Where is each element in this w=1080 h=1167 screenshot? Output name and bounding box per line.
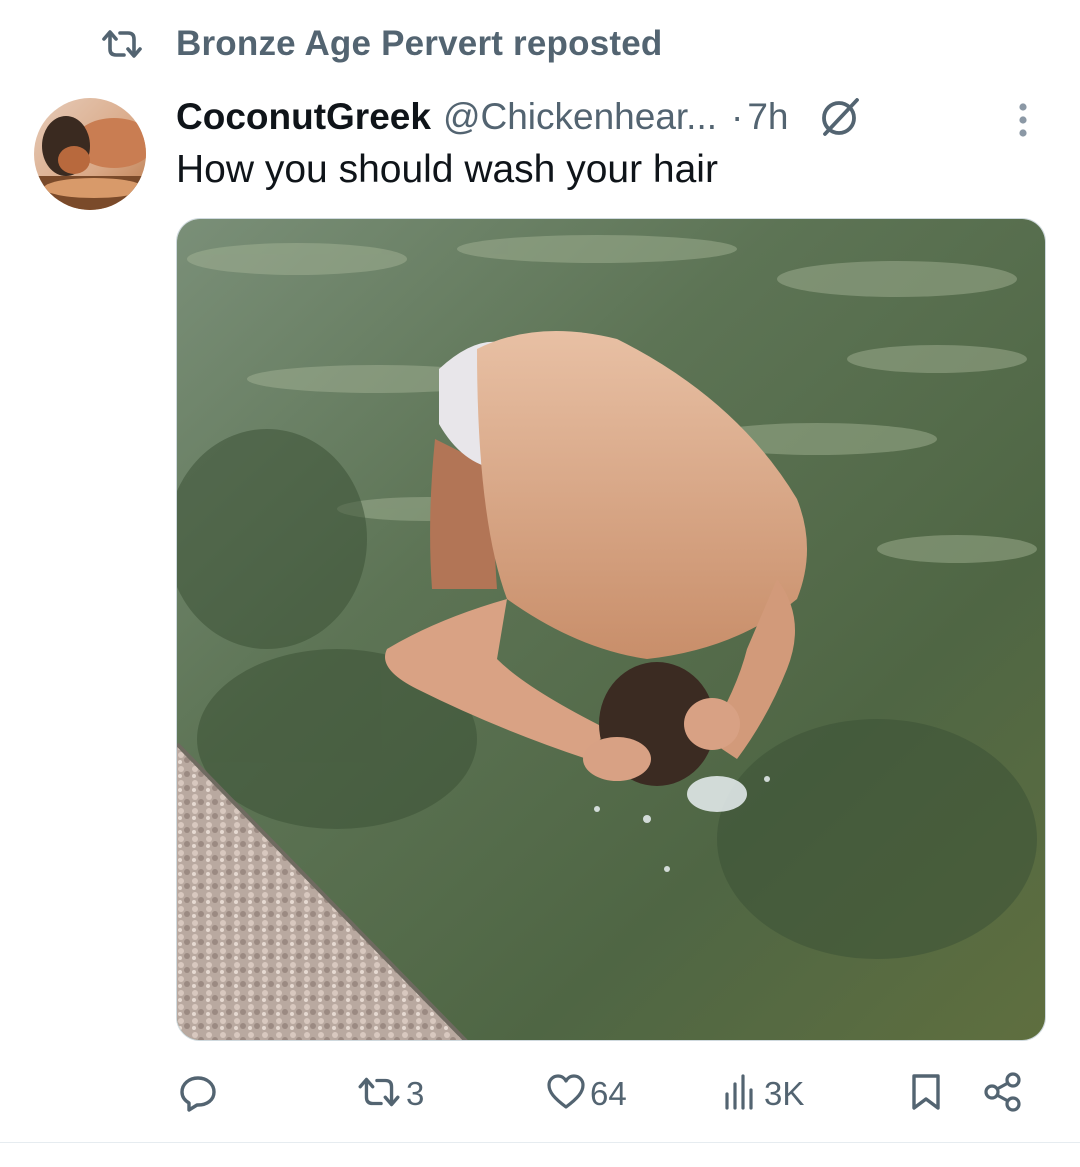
share-icon [982, 1071, 1024, 1118]
tweet-text: How you should wash your hair [176, 148, 718, 191]
repost-button[interactable]: 3 [356, 1066, 424, 1122]
bookmark-button[interactable] [906, 1066, 946, 1122]
bookmark-icon [906, 1072, 946, 1117]
tweet-media-photo[interactable] [176, 218, 1046, 1041]
grok-icon[interactable] [817, 93, 865, 141]
repost-context[interactable]: Bronze Age Pervert reposted [100, 22, 662, 66]
action-bar: 3 64 3K [0, 1066, 1080, 1122]
tweet-timestamp[interactable]: 7h [747, 96, 788, 138]
reply-button[interactable] [178, 1066, 218, 1122]
share-button[interactable] [982, 1066, 1024, 1122]
tweet-divider [0, 1142, 1080, 1143]
views-count: 3K [764, 1075, 805, 1112]
author-handle[interactable]: @Chickenhear... [443, 96, 717, 138]
views-icon [720, 1072, 760, 1117]
views-button[interactable]: 3K [720, 1066, 804, 1122]
like-button[interactable]: 64 [546, 1066, 627, 1122]
author-display-name[interactable]: CoconutGreek [176, 96, 431, 138]
reply-icon [178, 1072, 218, 1117]
repost-icon [100, 24, 146, 64]
repost-count: 3 [406, 1075, 425, 1112]
separator-dot: · [731, 96, 744, 137]
repost-icon [356, 1072, 402, 1117]
repost-label: Bronze Age Pervert reposted [176, 24, 663, 63]
more-options-icon[interactable] [1008, 100, 1038, 140]
heart-icon [546, 1072, 586, 1117]
like-count: 64 [590, 1075, 627, 1112]
avatar[interactable] [34, 98, 146, 210]
tweet-header: CoconutGreek @Chickenhear... · 7h [176, 92, 1046, 142]
